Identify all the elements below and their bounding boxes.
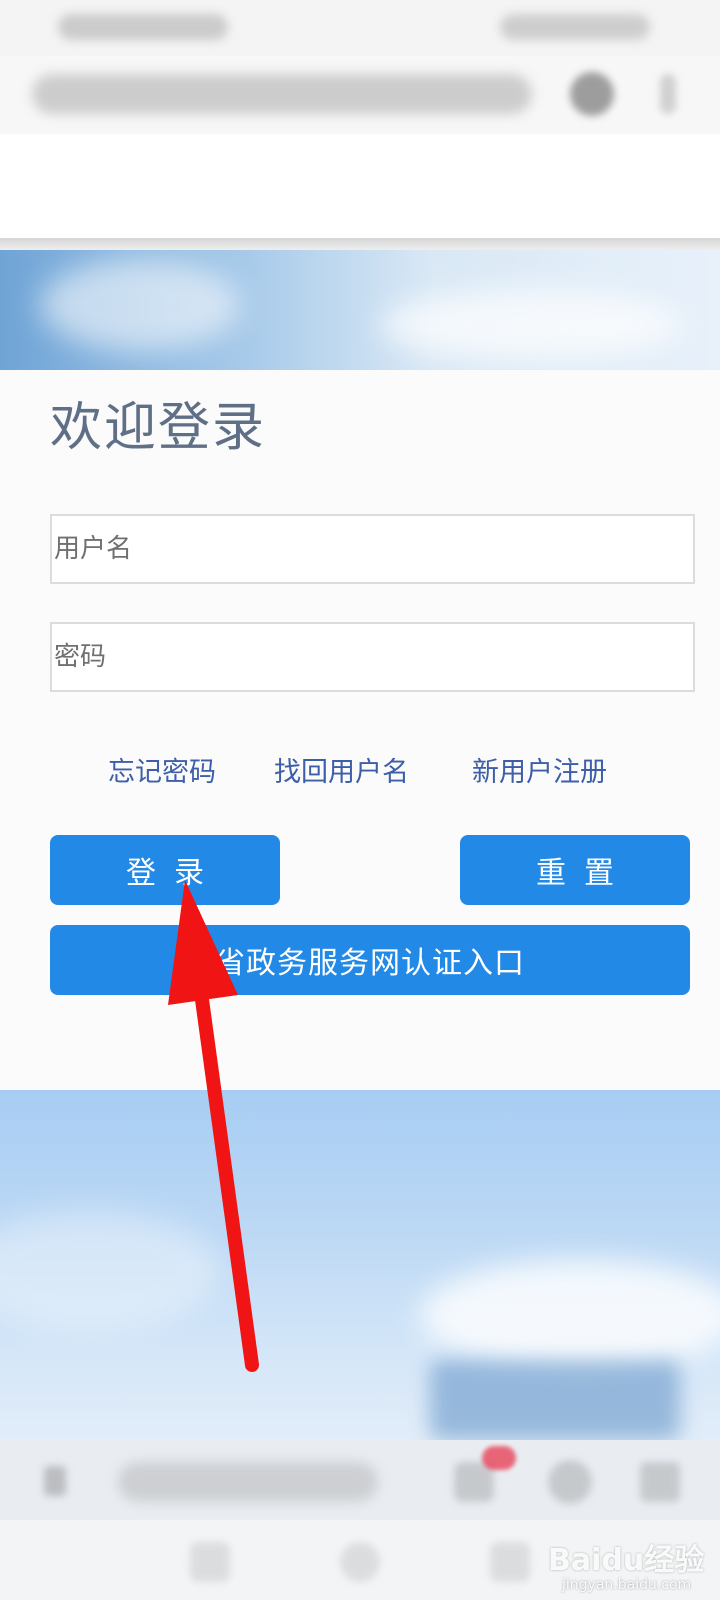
account-links: 忘记密码 找回用户名 新用户注册: [0, 750, 720, 794]
browser-more-icon[interactable]: [660, 74, 676, 114]
watermark-logo: Baidu经验: [548, 1543, 705, 1578]
forgot-password-link[interactable]: 忘记密码: [108, 750, 216, 789]
baidu-jingyan-watermark: Baidu经验 jingyan.baidu.com: [548, 1535, 708, 1595]
reset-button[interactable]: 重置: [460, 835, 690, 905]
browser-bottom-toolbar: [0, 1440, 720, 1520]
cloud-shape: [420, 1260, 720, 1370]
register-link[interactable]: 新用户注册: [472, 750, 607, 789]
toolbar-search-blurred[interactable]: [118, 1462, 378, 1502]
status-bar: [0, 0, 720, 56]
building-shape: [430, 1360, 680, 1440]
tabs-badge: [482, 1446, 516, 1470]
cloud-shape: [0, 1210, 220, 1330]
nav-recent-icon[interactable]: [490, 1542, 530, 1582]
password-input[interactable]: [50, 622, 695, 692]
status-right-blurred: [500, 14, 650, 40]
nav-home-icon[interactable]: [340, 1542, 380, 1582]
browser-address-bar: [0, 56, 720, 134]
header-divider: [0, 238, 720, 250]
gov-auth-button[interactable]: 省政务服务网认证入口: [50, 925, 690, 995]
url-field-blurred[interactable]: [32, 74, 532, 114]
sky-background: [0, 1090, 720, 1440]
page-header-band: [0, 134, 720, 238]
login-button[interactable]: 登录: [50, 835, 280, 905]
menu-icon[interactable]: [548, 1460, 592, 1504]
login-card: 欢迎登录 忘记密码 找回用户名 新用户注册 登录 重置 省政务服务网认证入口: [0, 370, 720, 1090]
back-icon[interactable]: [44, 1466, 66, 1496]
nav-back-icon[interactable]: [190, 1542, 230, 1582]
watermark-domain: jingyan.baidu.com: [562, 1577, 692, 1593]
cloud-shape: [380, 290, 680, 360]
find-username-link[interactable]: 找回用户名: [274, 750, 409, 789]
cloud-shape: [40, 260, 240, 350]
status-left-blurred: [58, 14, 228, 40]
sky-banner: [0, 250, 720, 370]
share-icon[interactable]: [640, 1462, 680, 1502]
page-title: 欢迎登录: [50, 398, 267, 458]
browser-account-icon[interactable]: [570, 72, 614, 116]
username-input[interactable]: [50, 514, 695, 584]
